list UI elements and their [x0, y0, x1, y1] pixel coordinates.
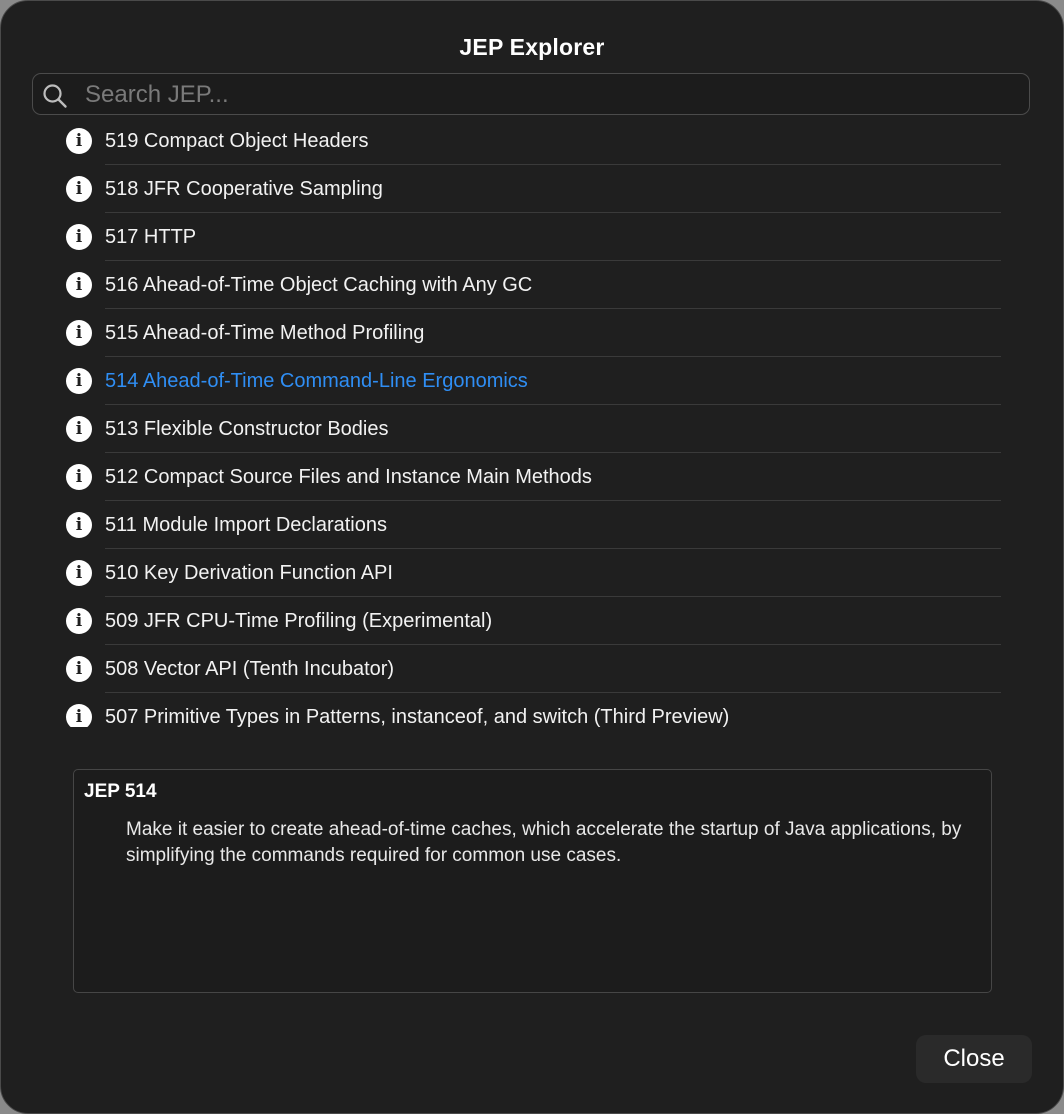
list-item[interactable]: i 515 Ahead-of-Time Method Profiling: [32, 309, 1030, 357]
jep-explorer-window: JEP Explorer i 519 Compact Object Headers…: [0, 0, 1064, 1114]
info-icon[interactable]: i: [66, 512, 92, 538]
list-item-label: 510 Key Derivation Function API: [105, 562, 393, 584]
info-icon[interactable]: i: [66, 128, 92, 154]
list-item-label: 511 Module Import Declarations: [105, 514, 387, 536]
info-icon[interactable]: i: [66, 224, 92, 250]
info-icon[interactable]: i: [66, 320, 92, 346]
info-icon[interactable]: i: [66, 416, 92, 442]
list-item-label: 513 Flexible Constructor Bodies: [105, 418, 389, 440]
list-item-label: 508 Vector API (Tenth Incubator): [105, 658, 395, 680]
info-icon[interactable]: i: [66, 704, 92, 727]
info-icon[interactable]: i: [66, 608, 92, 634]
search-field[interactable]: [32, 73, 1030, 115]
list-item-label: 514 Ahead-of-Time Command-Line Ergonomic…: [105, 370, 528, 392]
details-title: JEP 514: [84, 781, 157, 802]
search-icon: [43, 84, 67, 108]
list-item[interactable]: i 513 Flexible Constructor Bodies: [32, 405, 1030, 453]
list-item[interactable]: i 508 Vector API (Tenth Incubator): [32, 645, 1030, 693]
details-description: Make it easier to create ahead-of-time c…: [126, 819, 962, 866]
info-icon[interactable]: i: [66, 368, 92, 394]
list-item-label: 509 JFR CPU-Time Profiling (Experimental…: [105, 610, 493, 632]
info-icon[interactable]: i: [66, 176, 92, 202]
list-item-label: 512 Compact Source Files and Instance Ma…: [105, 466, 592, 488]
list-item[interactable]: i 512 Compact Source Files and Instance M…: [32, 453, 1030, 501]
search-input[interactable]: [83, 78, 1017, 112]
info-icon[interactable]: i: [66, 560, 92, 586]
list-item-label: 517 HTTP: [105, 226, 197, 248]
window-title: JEP Explorer: [459, 34, 605, 60]
list-item[interactable]: i 510 Key Derivation Function API: [32, 549, 1030, 597]
list-item[interactable]: i 519 Compact Object Headers: [32, 117, 1030, 165]
list-item[interactable]: i 514 Ahead-of-Time Command-Line Ergonomi…: [32, 357, 1030, 405]
list-item[interactable]: i 516 Ahead-of-Time Object Caching with A…: [32, 261, 1030, 309]
info-icon[interactable]: i: [66, 272, 92, 298]
info-icon[interactable]: i: [66, 656, 92, 682]
list-item-label: 519 Compact Object Headers: [105, 130, 369, 152]
list-item-label: 515 Ahead-of-Time Method Profiling: [105, 322, 425, 344]
info-icon[interactable]: i: [66, 464, 92, 490]
list-item-label: 516 Ahead-of-Time Object Caching with An…: [105, 274, 533, 296]
list-item[interactable]: i 517 HTTP: [32, 213, 1030, 261]
list-item[interactable]: i 518 JFR Cooperative Sampling: [32, 165, 1030, 213]
list-item-label: 507 Primitive Types in Patterns, instanc…: [105, 706, 730, 727]
list-item-label: 518 JFR Cooperative Sampling: [105, 178, 383, 200]
details-panel: JEP 514 Make it easier to create ahead-o…: [73, 769, 992, 993]
list-item[interactable]: i 509 JFR CPU-Time Profiling (Experimenta…: [32, 597, 1030, 645]
list-item[interactable]: i 511 Module Import Declarations: [32, 501, 1030, 549]
list-item[interactable]: i 507 Primitive Types in Patterns, instan…: [32, 693, 1030, 727]
close-button[interactable]: Close: [916, 1035, 1032, 1083]
jep-list[interactable]: i 519 Compact Object Headers i 518 JFR Coop…: [32, 117, 1030, 727]
